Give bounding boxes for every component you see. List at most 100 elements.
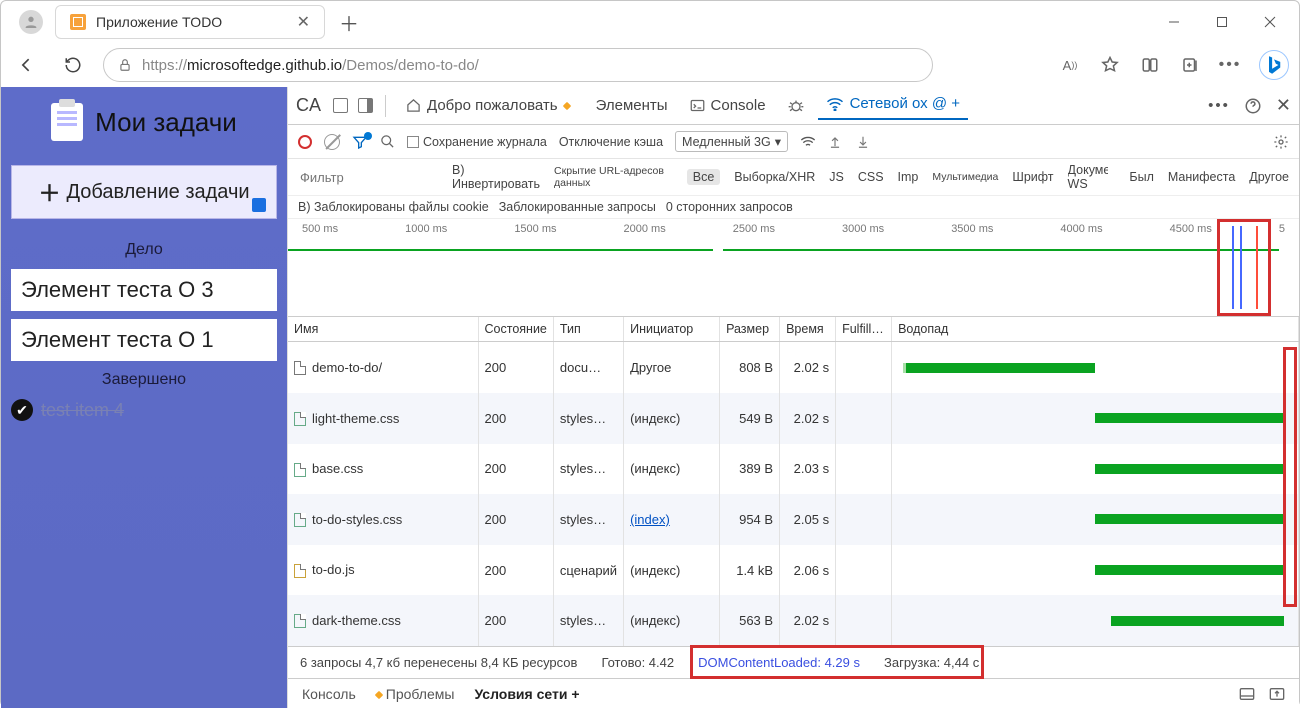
clear-button[interactable] (324, 134, 340, 150)
profile-avatar[interactable] (19, 10, 43, 34)
drawer-tab-issues[interactable]: Проблемы (376, 686, 455, 702)
done-task-item[interactable]: ✔ test item 4 (11, 399, 277, 421)
drawer-tab-console[interactable]: Консоль (302, 686, 356, 702)
add-task-button[interactable]: ＋ Добавление задачи (11, 165, 277, 219)
wifi-icon (826, 97, 844, 111)
third-party[interactable]: 0 сторонних запросов (666, 200, 793, 214)
maximize-button[interactable] (1199, 6, 1245, 38)
upload-icon[interactable] (828, 134, 842, 150)
col-type[interactable]: Тип (553, 317, 623, 342)
new-tab-button[interactable]: ＋ (339, 8, 359, 37)
col-initiator[interactable]: Инициатор (624, 317, 720, 342)
overview-activity (723, 249, 1279, 251)
favorite-icon[interactable] (1099, 54, 1121, 76)
network-filter-bar: В) Инвертировать Скрытие URL-адресов дан… (288, 159, 1299, 196)
tab-elements[interactable]: Элементы (588, 93, 676, 118)
more-icon[interactable]: ••• (1219, 54, 1241, 76)
file-icon (294, 361, 306, 375)
blocked-requests[interactable]: Заблокированные запросы (499, 200, 656, 214)
filter-css[interactable]: CSS (858, 170, 884, 184)
col-fulfilled[interactable]: Fulfill… (836, 317, 892, 342)
clipboard-icon (51, 103, 83, 141)
tab-sources[interactable] (780, 94, 812, 118)
table-row[interactable]: base.css200styles…(индекс)389 B2.03 s (288, 444, 1299, 495)
col-status[interactable]: Состояние (478, 317, 553, 342)
more-tabs-icon[interactable]: ••• (1208, 97, 1230, 114)
annotation-box (1217, 219, 1271, 316)
table-row[interactable]: to-do-styles.css200styles…(index)954 B2.… (288, 494, 1299, 545)
network-overview[interactable]: 500 ms 1000 ms 1500 ms 2000 ms 2500 ms 3… (288, 219, 1299, 317)
search-icon[interactable] (380, 134, 395, 149)
filter-toggle[interactable] (352, 135, 368, 149)
cursor-badge-icon (252, 198, 266, 212)
close-devtools-icon[interactable]: ✕ (1276, 95, 1291, 116)
todo-app: Мои задачи ＋ Добавление задачи Дело Элем… (1, 87, 287, 708)
blocked-cookies[interactable]: В) Заблокированы файлы cookie (298, 200, 489, 214)
record-button[interactable] (298, 135, 312, 149)
annotation-box (1283, 347, 1297, 607)
settings-icon[interactable] (1273, 134, 1289, 150)
download-icon[interactable] (856, 134, 870, 150)
disable-cache-checkbox[interactable]: Отключение кэша (559, 135, 663, 149)
col-waterfall[interactable]: Водопад (892, 317, 1299, 342)
window-controls (1151, 6, 1293, 38)
device-toggle-icon[interactable] (333, 98, 348, 113)
filter-all[interactable]: Все (687, 169, 721, 185)
tab-title: Приложение TODO (96, 14, 287, 30)
lock-icon (118, 57, 132, 73)
col-time[interactable]: Время (780, 317, 836, 342)
filter-input[interactable] (298, 169, 438, 186)
refresh-button[interactable] (57, 49, 89, 81)
network-toolbar: Сохранение журнала Отключение кэша Медле… (288, 125, 1299, 159)
table-header-row: Имя Состояние Тип Инициатор Размер Время… (288, 317, 1299, 342)
filter-js[interactable]: JS (829, 170, 844, 184)
browser-tab[interactable]: Приложение TODO ✕ (55, 5, 325, 39)
drawer-dock-icon[interactable] (1239, 687, 1255, 701)
minimize-button[interactable] (1151, 6, 1197, 38)
filter-doc[interactable]: ДокументWS (1068, 163, 1116, 191)
hide-data-urls[interactable]: Скрытие URL-адресов данных (554, 165, 673, 189)
filter-manifest[interactable]: Манифеста (1168, 170, 1235, 184)
table-row[interactable]: demo-to-do/200docu…Другое808 B2.02 s (288, 342, 1299, 394)
table-row[interactable]: dark-theme.css200styles…(индекс)563 B2.0… (288, 595, 1299, 646)
drawer-expand-icon[interactable] (1269, 687, 1285, 701)
back-button[interactable] (11, 49, 43, 81)
filter-wasm[interactable]: Был (1129, 170, 1153, 184)
invert-checkbox[interactable]: В) Инвертировать (452, 163, 540, 191)
inspect-toggle[interactable]: CA (296, 95, 321, 116)
table-row[interactable]: light-theme.css200styles…(индекс)549 B2.… (288, 393, 1299, 444)
file-icon (294, 564, 306, 578)
tab-welcome[interactable]: Добро пожаловать (398, 93, 582, 118)
col-size[interactable]: Размер (720, 317, 780, 342)
collections-icon[interactable] (1179, 54, 1201, 76)
filter-font[interactable]: Шрифт (1012, 170, 1053, 184)
close-window-button[interactable] (1247, 6, 1293, 38)
throttle-select[interactable]: Медленный 3G ▾ (675, 131, 788, 152)
bug-icon (788, 98, 804, 114)
tab-console[interactable]: Console (682, 93, 774, 118)
file-icon (294, 463, 306, 477)
dock-icon[interactable] (358, 98, 373, 113)
table-row[interactable]: to-do.js200сценарий(индекс)1.4 kB2.06 s (288, 545, 1299, 596)
col-name[interactable]: Имя (288, 317, 478, 342)
bing-button[interactable] (1259, 50, 1289, 80)
filter-other[interactable]: Другое (1249, 170, 1289, 184)
split-screen-icon[interactable] (1139, 54, 1161, 76)
task-item[interactable]: Элемент теста О 1 (11, 319, 277, 361)
add-task-label: Добавление задачи (66, 181, 249, 204)
drawer-tab-network-conditions[interactable]: Условия сети + (474, 686, 579, 702)
tab-favicon (70, 14, 86, 30)
wifi-conditions-icon[interactable] (800, 135, 816, 149)
read-aloud-icon[interactable]: A)) (1059, 54, 1081, 76)
filter-media[interactable]: Мультимедиа (932, 171, 998, 183)
filter-fetch[interactable]: Выборка/XHR (734, 170, 815, 184)
address-bar[interactable]: https://microsoftedge.github.io/Demos/de… (103, 48, 933, 82)
filter-img[interactable]: Imp (898, 170, 919, 184)
file-icon (294, 412, 306, 426)
help-icon[interactable] (1244, 97, 1262, 115)
task-item[interactable]: Элемент теста О 3 (11, 269, 277, 311)
close-tab-icon[interactable]: ✕ (297, 12, 310, 32)
chevron-down-icon: ▾ (775, 134, 781, 149)
tab-network[interactable]: Сетевой ох @ + (818, 91, 968, 120)
preserve-log-checkbox[interactable]: Сохранение журнала (407, 135, 547, 149)
